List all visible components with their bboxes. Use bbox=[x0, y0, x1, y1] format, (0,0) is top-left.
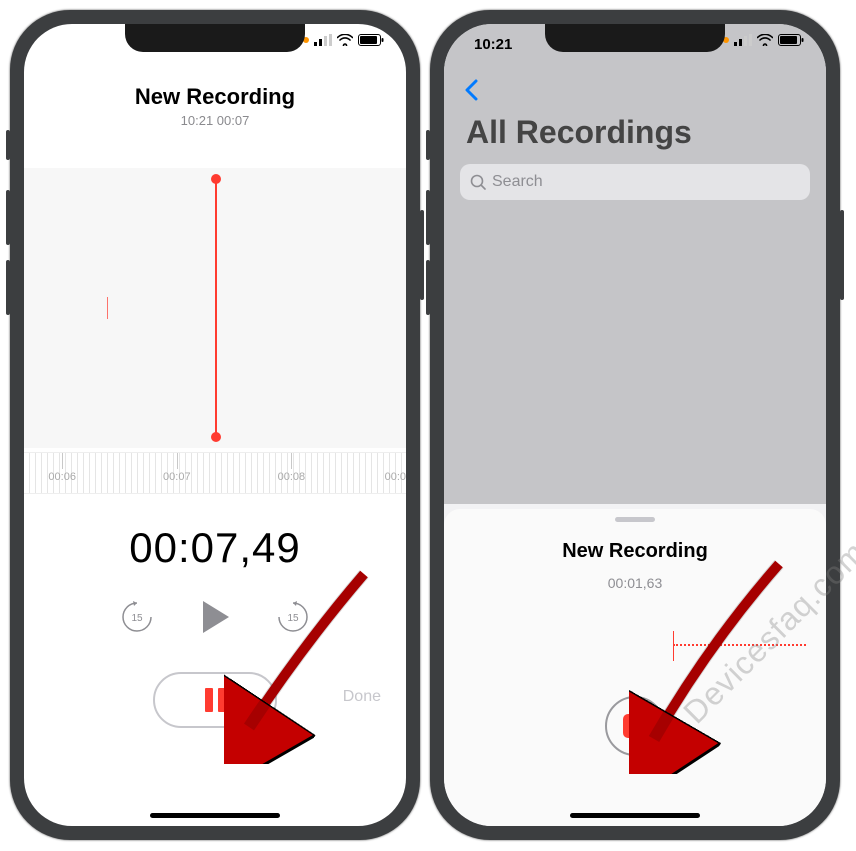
mute-switch bbox=[6, 130, 10, 160]
screen-recording-detail: New Recording 10:21 00:07 00:06 00:07 00… bbox=[24, 24, 406, 826]
sheet-title: New Recording bbox=[444, 540, 826, 563]
svg-text:15: 15 bbox=[131, 613, 143, 624]
done-button[interactable]: Done bbox=[343, 688, 381, 706]
mini-playhead bbox=[673, 631, 674, 661]
recording-title: New Recording bbox=[24, 84, 406, 110]
recording-sheet: New Recording 00:01,63 bbox=[444, 509, 826, 826]
power-button bbox=[840, 210, 844, 300]
iphone-frame-right: 10:21 All Recordings Search New Recordin… bbox=[430, 10, 840, 840]
waveform-display[interactable] bbox=[24, 168, 406, 448]
mini-waveform bbox=[444, 631, 826, 661]
wifi-icon bbox=[757, 34, 773, 46]
home-indicator[interactable] bbox=[570, 813, 700, 818]
wifi-icon bbox=[337, 34, 353, 46]
search-input[interactable]: Search bbox=[460, 164, 810, 200]
display-notch bbox=[125, 24, 305, 52]
elapsed-time: 00:07,49 bbox=[24, 524, 406, 572]
cellular-icon bbox=[734, 34, 752, 46]
waveform-line bbox=[673, 644, 806, 648]
cellular-icon bbox=[314, 34, 332, 46]
status-bar bbox=[303, 34, 384, 46]
volume-up bbox=[6, 190, 10, 245]
battery-icon bbox=[358, 34, 384, 46]
svg-text:15: 15 bbox=[287, 613, 299, 624]
iphone-frame-left: New Recording 10:21 00:07 00:06 00:07 00… bbox=[10, 10, 420, 840]
transport-controls: 15 15 bbox=[24, 597, 406, 637]
sheet-elapsed-time: 00:01,63 bbox=[444, 575, 826, 591]
recording-subtitle: 10:21 00:07 bbox=[24, 113, 406, 128]
battery-icon bbox=[778, 34, 804, 46]
search-placeholder: Search bbox=[492, 173, 543, 191]
power-button bbox=[420, 210, 424, 300]
ruler-tick-label: 00:08 bbox=[278, 471, 306, 483]
page-title: All Recordings bbox=[466, 114, 692, 151]
skip-back-button[interactable]: 15 bbox=[119, 599, 155, 635]
ruler-tick-label: 00:06 bbox=[48, 471, 76, 483]
status-bar bbox=[723, 34, 804, 46]
home-indicator[interactable] bbox=[150, 813, 280, 818]
chevron-left-icon bbox=[464, 79, 478, 101]
volume-down bbox=[6, 260, 10, 315]
play-button[interactable] bbox=[195, 597, 235, 637]
time-ruler[interactable]: 00:06 00:07 00:08 00:09 bbox=[24, 452, 406, 494]
pause-button[interactable] bbox=[153, 672, 277, 728]
dimmed-background[interactable] bbox=[444, 24, 826, 504]
display-notch bbox=[545, 24, 725, 52]
ruler-tick-label: 00:09 bbox=[385, 471, 406, 483]
mute-switch bbox=[426, 130, 430, 160]
ruler-tick-label: 00:07 bbox=[163, 471, 191, 483]
back-button[interactable] bbox=[464, 79, 478, 108]
pause-icon bbox=[205, 688, 226, 712]
sheet-grabber[interactable] bbox=[615, 517, 655, 522]
search-icon bbox=[470, 174, 486, 190]
stop-button[interactable] bbox=[605, 696, 665, 756]
screen-all-recordings: 10:21 All Recordings Search New Recordin… bbox=[444, 24, 826, 826]
skip-forward-button[interactable]: 15 bbox=[275, 599, 311, 635]
volume-down bbox=[426, 260, 430, 315]
playhead-indicator[interactable] bbox=[215, 178, 217, 438]
volume-up bbox=[426, 190, 430, 245]
annotation-arrow bbox=[224, 564, 384, 764]
stop-icon bbox=[623, 714, 647, 738]
status-time: 10:21 bbox=[474, 36, 512, 53]
